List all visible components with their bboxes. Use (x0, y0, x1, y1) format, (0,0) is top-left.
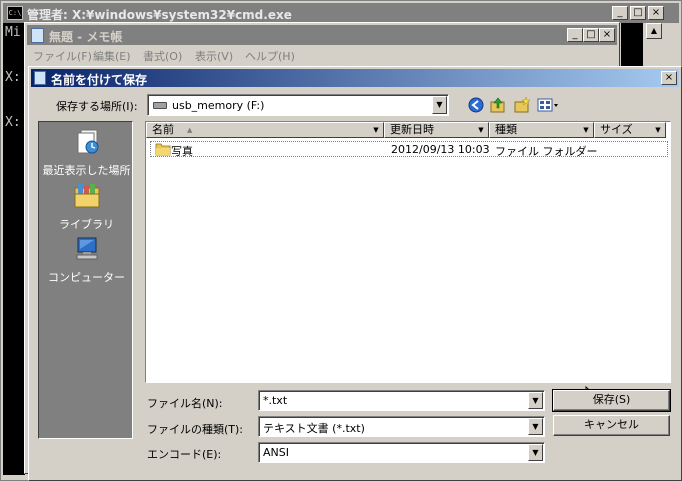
column-header-modified[interactable]: 更新日時 ▼ (384, 122, 489, 138)
place-library[interactable]: ライブラリ (39, 182, 134, 232)
menu-help[interactable]: ヘルプ(H) (245, 48, 295, 64)
cmd-maximize-button[interactable]: □ (630, 6, 646, 20)
filetype-label: ファイルの種類(T): (147, 423, 244, 436)
column-modified-filter-icon[interactable]: ▼ (475, 124, 487, 136)
file-row[interactable]: 写真 2012/09/13 10:03 ファイル フォルダー (150, 141, 668, 158)
recent-places-icon (77, 129, 98, 154)
column-modified-label: 更新日時 (390, 123, 434, 136)
notepad-close-button[interactable]: × (599, 28, 615, 42)
location-combobox[interactable]: usb_memory (F:) ▼ (147, 94, 449, 116)
file-modified: 2012/09/13 10:03 (391, 143, 490, 156)
column-size-label: サイズ (600, 123, 633, 136)
menu-format[interactable]: 書式(O) (143, 48, 182, 64)
column-header-size[interactable]: サイズ ▼ (594, 122, 666, 138)
encoding-label: エンコード(E): (147, 448, 222, 461)
notepad-menu-bar: ファイル(F) 編集(E) 書式(O) 表示(V) ヘルプ(H) (27, 46, 617, 64)
new-folder-icon[interactable] (513, 96, 531, 114)
cmd-console[interactable]: Mi X: X: (3, 23, 25, 475)
cmd-title-bar[interactable]: C:\ 管理者: X:¥windows¥system32¥cmd.exe _ □… (3, 3, 679, 23)
filetype-dropdown-arrow-icon[interactable]: ▼ (528, 418, 543, 435)
menu-edit[interactable]: 編集(E) (93, 48, 131, 64)
view-menu-icon[interactable] (536, 96, 560, 114)
place-recent-label: 最近表示した場所 (42, 164, 131, 177)
column-size-filter-icon[interactable]: ▼ (652, 124, 664, 136)
library-icon (74, 184, 99, 208)
filename-combobox[interactable]: *.txt ▼ (258, 390, 545, 411)
column-header-type[interactable]: 種類 ▼ (489, 122, 594, 138)
computer-icon (76, 237, 97, 260)
encoding-select[interactable]: ANSI ▼ (258, 442, 545, 463)
place-computer[interactable]: コンピューター (39, 235, 134, 285)
save-as-dialog: 名前を付けて保存 × 保存する場所(I): usb_memory (F:) ▼ (28, 66, 682, 481)
menu-file[interactable]: ファイル(F) (33, 48, 92, 64)
file-type: ファイル フォルダー (495, 145, 598, 158)
place-recent[interactable]: 最近表示した場所 (39, 128, 134, 178)
file-list[interactable]: 名前 ▲ ▼ 更新日時 ▼ 種類 ▼ サイズ ▼ 写真 2012/09/13 1… (145, 121, 671, 406)
column-name-label: 名前 (152, 123, 174, 136)
dialog-title-bar[interactable]: 名前を付けて保存 × (31, 69, 679, 87)
menu-view[interactable]: 表示(V) (195, 48, 233, 64)
filename-value: *.txt (263, 394, 288, 407)
column-name-filter-icon[interactable]: ▼ (370, 124, 382, 136)
usb-drive-icon (153, 102, 167, 109)
scroll-up-arrow-icon[interactable]: ▲ (646, 23, 662, 39)
console-line: X: (5, 70, 21, 85)
encoding-value: ANSI (263, 446, 289, 459)
dialog-close-button[interactable]: × (661, 71, 677, 85)
console-line: Mi (5, 25, 21, 40)
filetype-select[interactable]: テキスト文書 (*.txt) ▼ (258, 416, 545, 437)
cmd-title-text: 管理者: X:¥windows¥system32¥cmd.exe (27, 8, 292, 22)
column-type-label: 種類 (495, 123, 517, 136)
location-label: 保存する場所(I): (56, 100, 138, 113)
save-button[interactable]: 保存(S) (552, 389, 671, 412)
folder-icon (155, 143, 171, 156)
place-computer-label: コンピューター (48, 271, 125, 284)
filename-label: ファイル名(N): (147, 397, 223, 410)
location-value: usb_memory (F:) (172, 99, 265, 112)
up-folder-icon[interactable] (489, 96, 507, 114)
place-library-label: ライブラリ (59, 218, 114, 231)
notepad-icon (31, 28, 44, 43)
dialog-icon (34, 71, 46, 85)
console-line: X: (5, 115, 21, 130)
column-type-filter-icon[interactable]: ▼ (580, 124, 592, 136)
cmd-close-button[interactable]: × (648, 6, 664, 20)
notepad-maximize-button[interactable]: □ (583, 28, 599, 42)
places-bar: 最近表示した場所 ライブラリ コンピューター (38, 121, 133, 439)
notepad-title-text: 無題 - メモ帳 (49, 30, 123, 44)
filename-dropdown-arrow-icon[interactable]: ▼ (528, 392, 543, 409)
file-name: 写真 (171, 145, 193, 158)
encoding-dropdown-arrow-icon[interactable]: ▼ (528, 444, 543, 461)
sort-ascending-icon: ▲ (187, 126, 193, 134)
location-dropdown-arrow-icon[interactable]: ▼ (432, 96, 447, 114)
column-header-name[interactable]: 名前 ▲ ▼ (146, 122, 384, 138)
cmd-icon: C:\ (7, 6, 23, 20)
notepad-title-bar[interactable]: 無題 - メモ帳 _ □ × (27, 25, 617, 45)
cmd-minimize-button[interactable]: _ (612, 6, 628, 20)
notepad-minimize-button[interactable]: _ (567, 28, 583, 42)
filetype-value: テキスト文書 (*.txt) (263, 422, 365, 435)
cancel-button[interactable]: キャンセル (553, 415, 670, 436)
dialog-title-text: 名前を付けて保存 (51, 73, 148, 87)
back-icon[interactable] (467, 96, 485, 114)
